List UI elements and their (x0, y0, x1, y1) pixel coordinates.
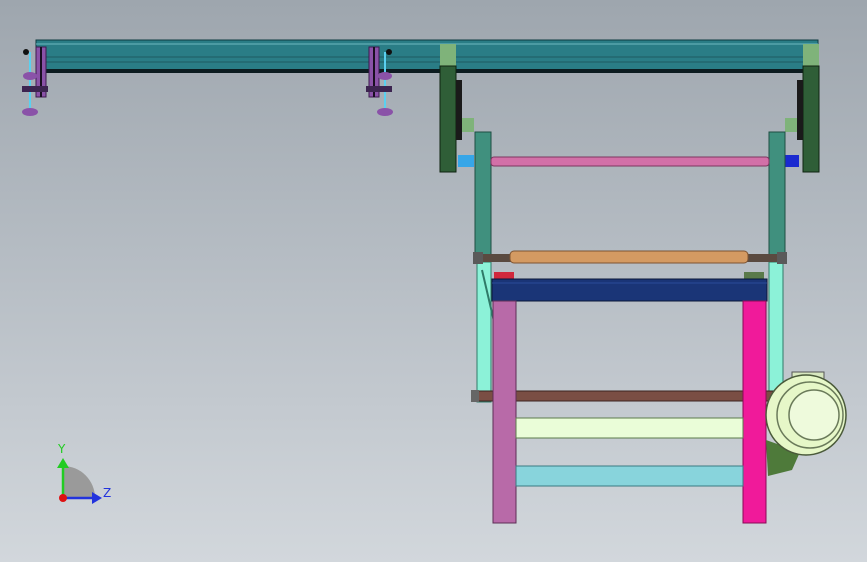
roller-middle-cap-right (777, 252, 787, 264)
motor-ring-inner (788, 389, 840, 441)
bracket-right-blue-tab (785, 155, 799, 167)
platform-red-tab (494, 272, 514, 279)
triad-origin (59, 494, 67, 502)
roller-middle-body (509, 250, 749, 264)
bracket-left-slot (456, 80, 462, 140)
upright-left-upper (474, 131, 492, 263)
crossbar-lower (515, 465, 744, 487)
suction-cup-left-2 (22, 108, 38, 116)
legs[interactable] (492, 300, 767, 524)
roller-middle-cap-left (473, 252, 483, 264)
suction-cup-middle-2 (377, 108, 393, 116)
upright-right-upper (768, 131, 786, 263)
upright-left-lower (476, 261, 492, 403)
bracket-right-cap (803, 44, 819, 68)
motor[interactable] (765, 371, 847, 476)
bracket-left-clip (462, 118, 474, 132)
bracket-right-clip (785, 118, 797, 132)
platform-green-tab (744, 272, 764, 279)
rail-bottom-strip (36, 69, 818, 73)
crossbars[interactable] (515, 417, 744, 487)
z-axis-arrow (92, 492, 102, 504)
upright-right-lower (768, 261, 784, 403)
y-axis-arrow (57, 458, 69, 468)
roller-lower-cap (471, 390, 479, 402)
leg-right (742, 300, 767, 524)
platform[interactable] (491, 272, 768, 302)
roller-lower-shaft (472, 390, 774, 402)
bracket-left-blue-tab (458, 155, 474, 167)
crossbar-upper (515, 417, 744, 439)
coordinate-triad (57, 458, 102, 504)
cad-viewport[interactable]: Y Z (0, 0, 867, 562)
suction-assembly-left[interactable] (22, 46, 48, 116)
suction-clamp-middle (366, 86, 392, 92)
y-axis-label: Y (58, 442, 66, 456)
roller-top-body (490, 156, 770, 167)
suction-bolt-left (23, 49, 29, 55)
bracket-left-cap (440, 44, 456, 68)
top-rail[interactable] (35, 39, 819, 73)
bracket-right-plate (802, 65, 820, 173)
suction-cup-middle-1 (378, 72, 392, 80)
platform-plate (491, 278, 768, 302)
frame-uprights[interactable] (474, 131, 786, 403)
roller-top[interactable] (490, 156, 770, 167)
triad-plane-quadrant (63, 466, 95, 498)
bracket-left-plate (439, 65, 457, 173)
roller-middle[interactable] (473, 250, 787, 264)
suction-cup-left-1 (23, 72, 37, 80)
model-canvas[interactable] (0, 0, 867, 562)
z-axis-label: Z (103, 486, 112, 500)
bracket-right-slot (797, 80, 803, 140)
suction-bolt-middle (386, 49, 392, 55)
suction-clamp-left (22, 86, 48, 92)
leg-left (492, 300, 517, 524)
